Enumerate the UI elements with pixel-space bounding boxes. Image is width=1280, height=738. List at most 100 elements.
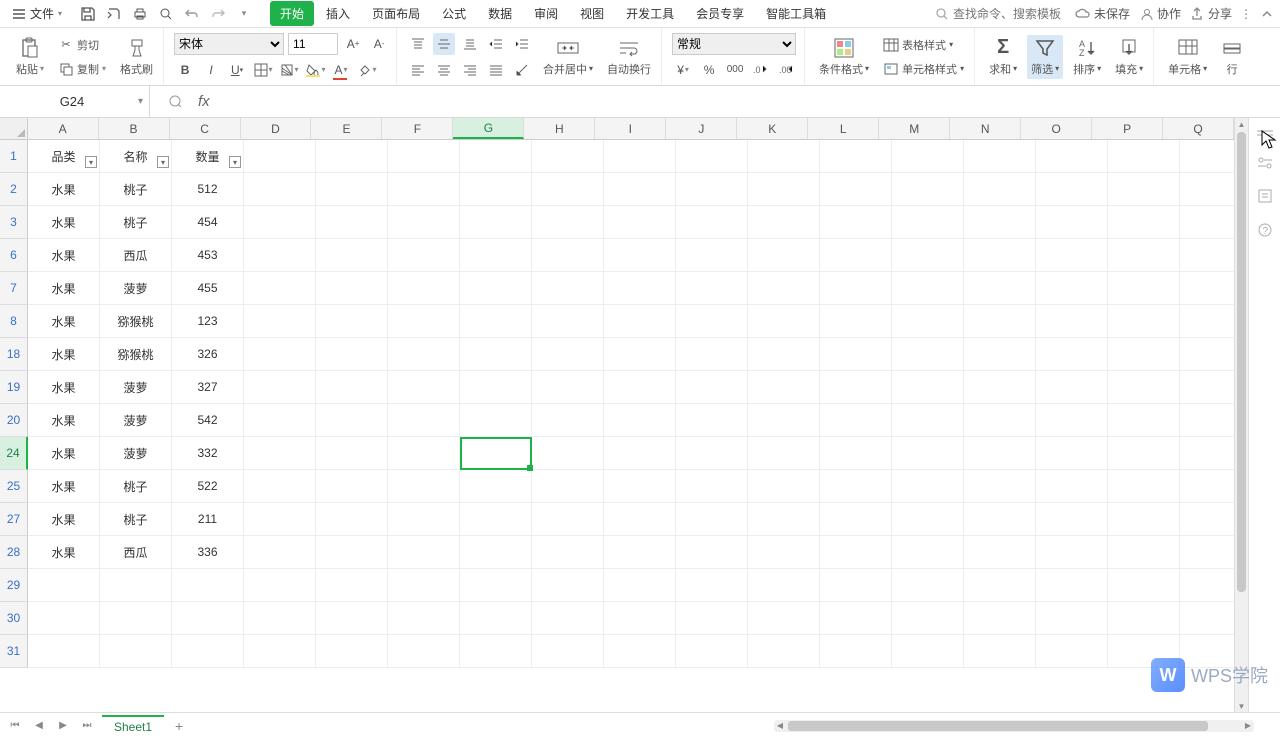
cell[interactable] [460,206,532,239]
menu-tab-4[interactable]: 数据 [478,1,522,26]
cell[interactable] [604,140,676,173]
menu-tab-0[interactable]: 开始 [270,1,314,26]
select-all-corner[interactable] [0,118,28,139]
cell[interactable] [388,503,460,536]
cell[interactable] [460,437,532,470]
cell[interactable] [460,470,532,503]
cell[interactable]: 454 [172,206,244,239]
cell[interactable] [604,437,676,470]
cell[interactable] [532,206,604,239]
cell[interactable] [748,404,820,437]
cell[interactable] [676,602,748,635]
cell[interactable] [1180,338,1234,371]
cell[interactable]: 211 [172,503,244,536]
cell[interactable] [460,272,532,305]
cell[interactable] [676,239,748,272]
cell[interactable] [1036,338,1108,371]
cell[interactable] [892,602,964,635]
cell[interactable] [748,206,820,239]
cell[interactable] [316,239,388,272]
cell-button[interactable]: 单元格▾ [1164,35,1211,79]
cell[interactable] [1036,305,1108,338]
cell[interactable] [892,305,964,338]
cell[interactable] [748,569,820,602]
cell[interactable]: 512 [172,173,244,206]
decrease-font-button[interactable]: A- [368,33,390,55]
cell[interactable] [532,404,604,437]
cell[interactable] [1036,371,1108,404]
col-header-L[interactable]: L [808,118,879,139]
cell[interactable]: 水果 [28,437,100,470]
sheet-tab[interactable]: Sheet1 [102,715,164,737]
col-header-D[interactable]: D [241,118,312,139]
cell[interactable] [604,173,676,206]
share-button[interactable]: 分享 [1191,5,1232,22]
cell[interactable] [964,602,1036,635]
number-format-select[interactable]: 常规 [672,33,796,55]
cell[interactable]: 水果 [28,503,100,536]
col-header-G[interactable]: G [453,118,524,139]
cell[interactable] [244,338,316,371]
cell[interactable] [316,206,388,239]
cell[interactable]: 菠萝 [100,437,172,470]
cell[interactable] [604,206,676,239]
cell[interactable] [100,635,172,668]
row-header-30[interactable]: 30 [0,602,28,635]
cell[interactable] [388,437,460,470]
sum-button[interactable]: Σ 求和▾ [985,35,1021,79]
cell[interactable]: 水果 [28,338,100,371]
cell[interactable] [1108,173,1180,206]
cell[interactable]: 327 [172,371,244,404]
cell[interactable] [388,305,460,338]
cell[interactable] [532,635,604,668]
cell[interactable] [604,239,676,272]
print-preview-button[interactable] [156,4,176,24]
cell[interactable] [316,371,388,404]
cell[interactable]: 桃子 [100,173,172,206]
col-header-C[interactable]: C [170,118,241,139]
cell[interactable] [460,338,532,371]
cell[interactable] [532,371,604,404]
cell[interactable] [172,569,244,602]
increase-indent-button[interactable] [511,33,533,55]
cell[interactable] [820,305,892,338]
cell[interactable] [460,536,532,569]
cell[interactable] [28,569,100,602]
font-color-button[interactable]: A [330,59,352,81]
cell[interactable] [676,569,748,602]
add-sheet-button[interactable]: + [170,717,188,735]
fill-color-button[interactable] [304,59,326,81]
redo-button[interactable] [208,4,228,24]
cell[interactable] [388,635,460,668]
cell[interactable] [1036,536,1108,569]
cell[interactable] [748,305,820,338]
cell[interactable] [964,206,1036,239]
cell[interactable] [748,140,820,173]
command-search[interactable] [935,7,1063,21]
cell[interactable] [460,569,532,602]
cell[interactable] [532,536,604,569]
cell[interactable] [892,140,964,173]
cell[interactable] [244,272,316,305]
align-bottom-button[interactable] [459,33,481,55]
cell[interactable] [748,602,820,635]
cell[interactable] [244,536,316,569]
cell[interactable] [1108,140,1180,173]
cell[interactable] [1180,569,1234,602]
hscroll-thumb[interactable] [788,721,1208,731]
cell[interactable] [316,173,388,206]
cell[interactable] [1180,140,1234,173]
cell[interactable] [964,338,1036,371]
cell[interactable] [1180,206,1234,239]
bold-button[interactable]: B [174,59,196,81]
cell[interactable] [532,602,604,635]
cell[interactable]: 332 [172,437,244,470]
cell[interactable] [244,239,316,272]
align-right-button[interactable] [459,59,481,81]
vscroll-thumb[interactable] [1237,132,1246,592]
cell[interactable] [460,371,532,404]
cell[interactable] [892,173,964,206]
col-header-P[interactable]: P [1092,118,1163,139]
cell[interactable]: 桃子 [100,503,172,536]
cell[interactable] [1036,140,1108,173]
